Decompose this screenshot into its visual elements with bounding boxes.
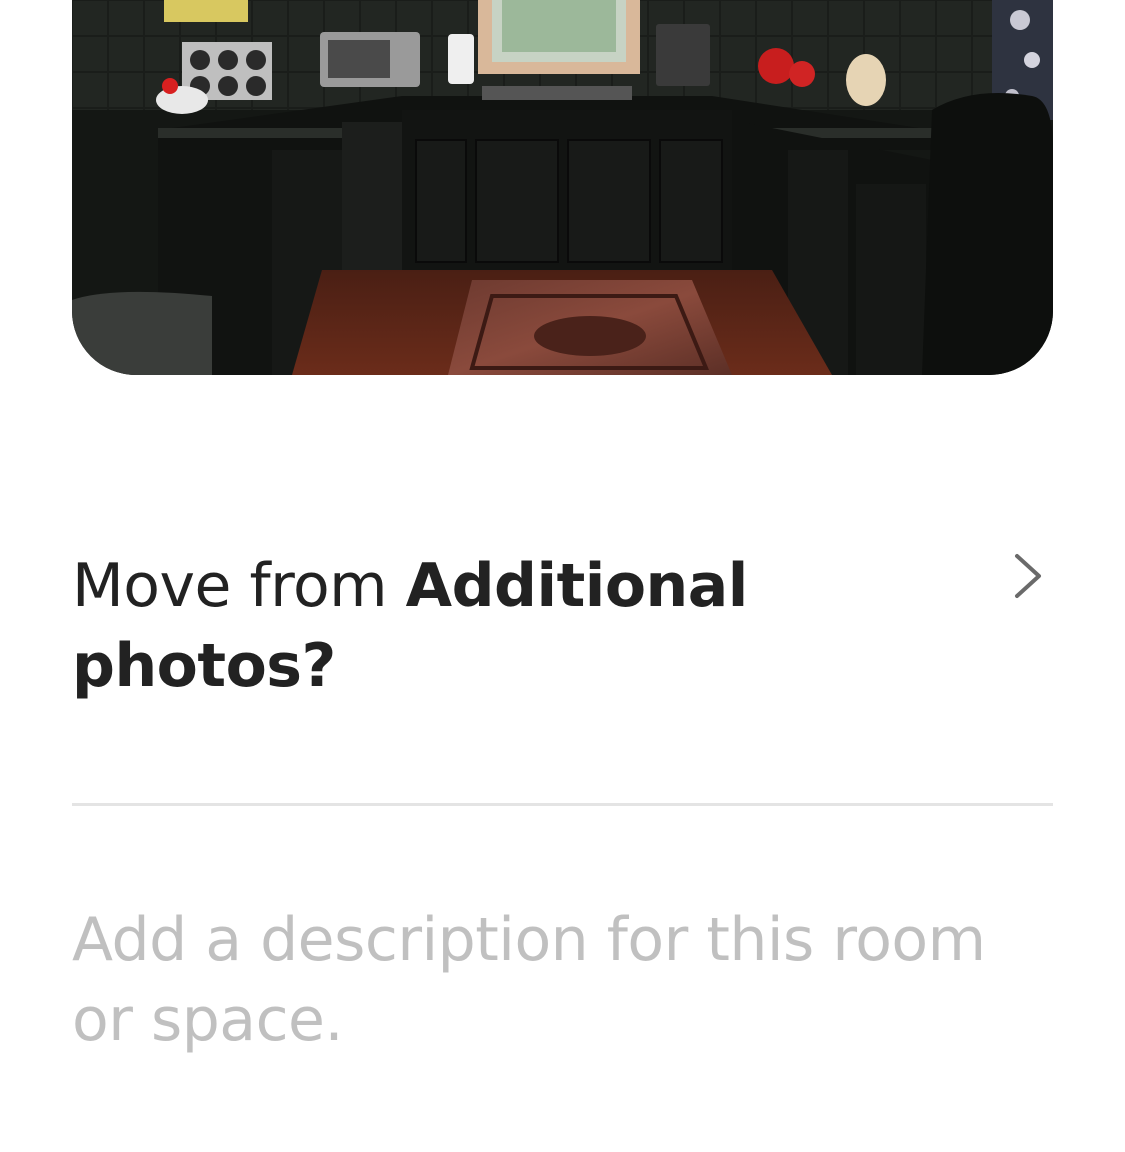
move-prompt-suffix: photos? [72,631,336,701]
move-prompt-section: Additional [405,551,749,621]
chevron-right-icon[interactable] [1009,548,1049,604]
room-description-input[interactable]: Add a description for this room or space… [72,900,1053,1070]
section-divider [72,803,1053,806]
move-prompt-text: Move from Additional photos? [72,546,772,706]
room-photo[interactable] [72,0,1053,375]
description-placeholder: Add a description for this room or space… [72,905,986,1055]
move-from-section-row[interactable]: Move from Additional photos? [72,540,1053,720]
kitchen-photo-image [72,0,1053,375]
move-prompt-prefix: Move from [72,551,406,621]
